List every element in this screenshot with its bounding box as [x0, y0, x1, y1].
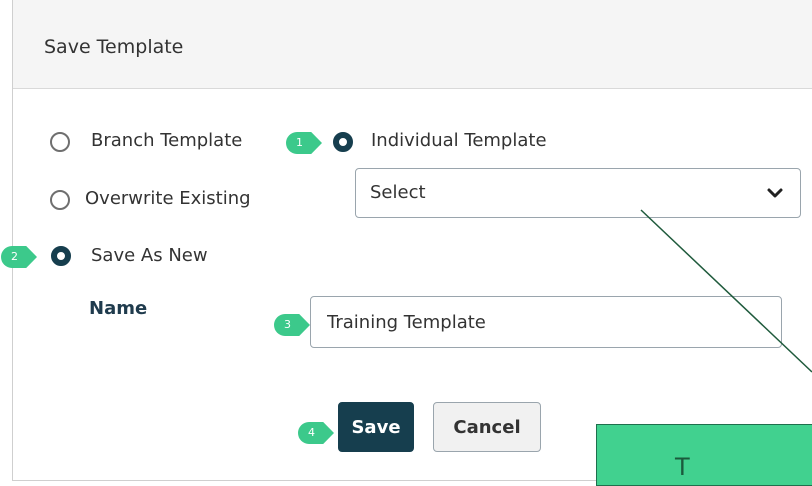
dialog-title: Save Template — [44, 36, 184, 58]
template-select-value: Select — [370, 182, 426, 203]
callout-1-number: 1 — [296, 136, 303, 149]
overwrite-existing-label[interactable]: Overwrite Existing — [85, 188, 251, 209]
save-as-new-radio[interactable] — [51, 246, 71, 266]
callout-2: 2 — [1, 246, 37, 268]
name-label: Name — [89, 298, 148, 319]
callout-3-number: 3 — [284, 318, 291, 331]
overwrite-existing-radio[interactable] — [50, 190, 70, 210]
individual-template-radio[interactable] — [333, 132, 353, 152]
save-as-new-label[interactable]: Save As New — [91, 245, 208, 266]
callout-3: 3 — [274, 314, 310, 336]
callout-4: 4 — [298, 422, 334, 444]
callout-2-number: 2 — [11, 250, 18, 263]
save-button[interactable]: Save — [338, 402, 414, 452]
cancel-button[interactable]: Cancel — [433, 402, 541, 452]
individual-template-label[interactable]: Individual Template — [371, 130, 547, 151]
branch-template-radio[interactable] — [50, 132, 70, 152]
template-select[interactable]: Select — [355, 168, 801, 218]
callout-4-number: 4 — [308, 426, 315, 439]
annotation-box: T — [596, 424, 812, 486]
branch-template-label[interactable]: Branch Template — [91, 130, 242, 151]
save-template-dialog: Save Template Branch Template 1 Individu… — [1, 0, 812, 486]
callout-1: 1 — [286, 132, 322, 154]
dialog-header: Save Template — [13, 0, 812, 89]
chevron-down-icon — [767, 188, 783, 198]
annotation-box-text: T — [675, 453, 690, 481]
name-input[interactable] — [310, 296, 782, 348]
